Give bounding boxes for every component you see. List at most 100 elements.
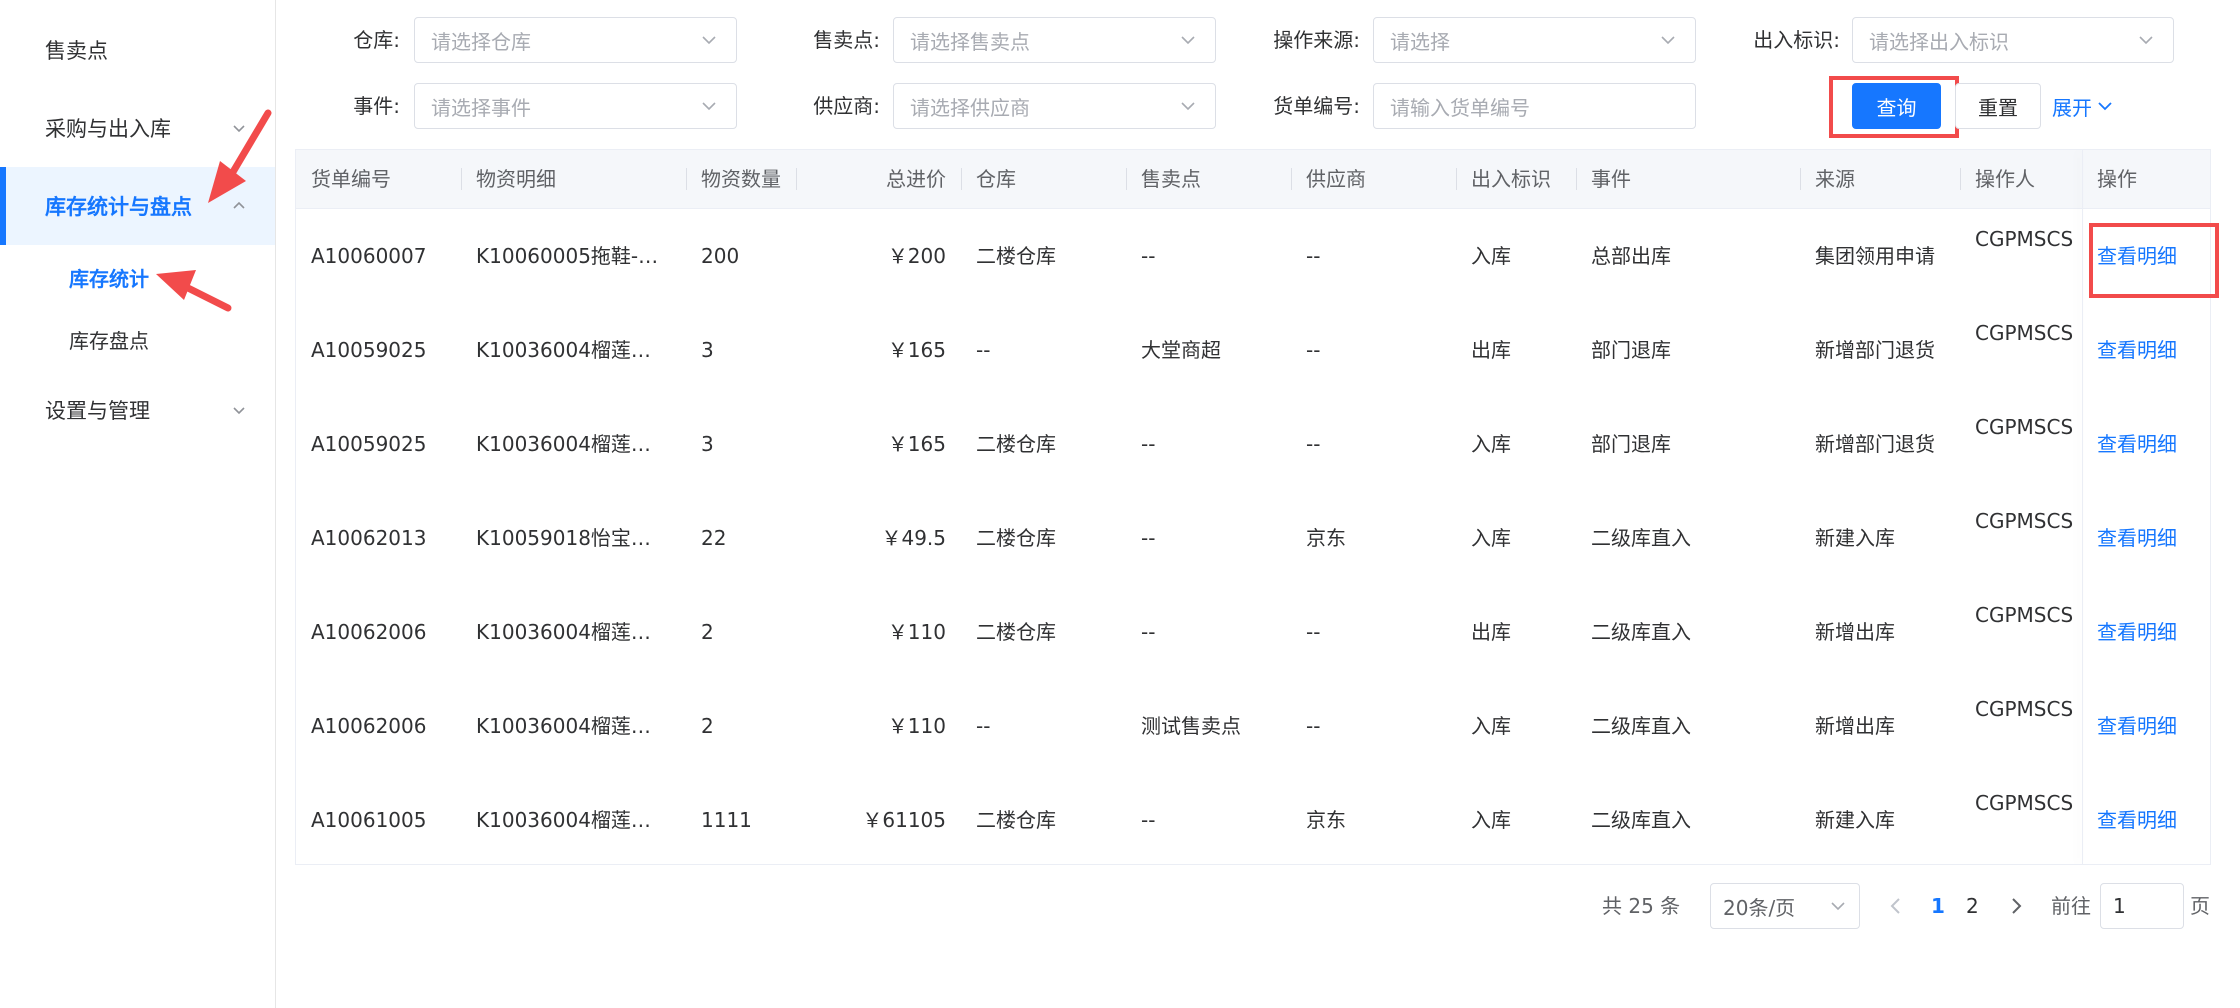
cell-event: 二级库直入 (1591, 526, 1691, 550)
cell-detail: K10036004榴莲… (476, 808, 651, 832)
cell-price: ￥165 (887, 432, 946, 456)
header-detail: 物资明细 (476, 167, 556, 191)
cell-warehouse: 二楼仓库 (976, 244, 1056, 268)
view-detail-link[interactable]: 查看明细 (2082, 303, 2210, 397)
chevron-down-icon (2139, 36, 2153, 45)
view-detail-link[interactable]: 查看明细 (2082, 491, 2210, 585)
cell-doc: A10062013 (311, 526, 427, 550)
cell-event: 总部出库 (1591, 244, 1671, 268)
cell-io: 出库 (1471, 620, 1511, 644)
cell-warehouse: 二楼仓库 (976, 526, 1056, 550)
page-1-button[interactable]: 1 (1931, 883, 1945, 929)
cell-price: ￥110 (887, 620, 946, 644)
view-detail-link[interactable]: 查看明细 (2082, 397, 2210, 491)
cell-sale-point: -- (1141, 620, 1156, 644)
table-row: A10061005 K10036004榴莲… 1111 ￥61105 二楼仓库 -- 京东 入… (296, 773, 2210, 864)
prev-page-icon[interactable] (1873, 883, 1919, 929)
cell-io: 出库 (1471, 338, 1511, 362)
cell-price: ￥110 (887, 714, 946, 738)
cell-supplier: -- (1306, 244, 1321, 268)
cell-qty: 3 (701, 338, 714, 362)
cell-doc: A10059025 (311, 432, 427, 456)
view-detail-link[interactable]: 查看明细 (2082, 773, 2210, 864)
event-select[interactable]: 请选择事件 (414, 83, 737, 129)
io-flag-select[interactable]: 请选择出入标识 (1852, 17, 2174, 63)
sale-point-label: 售卖点: (813, 28, 880, 52)
annotation-arrow-icon (156, 270, 232, 312)
cell-warehouse: 二楼仓库 (976, 432, 1056, 456)
sidebar-item-sale-point[interactable]: 售卖点 (0, 11, 275, 89)
cell-detail: K10060005拖鞋-… (476, 244, 659, 268)
expand-toggle[interactable]: 展开 (2052, 83, 2114, 129)
cell-qty: 1111 (701, 808, 752, 832)
table-header: 货单编号 物资明细 物资数量 总进价 仓库 售卖点 供应商 出入标识 事件 来源… (296, 150, 2210, 209)
cell-source: 新增出库 (1815, 714, 1895, 738)
cell-qty: 200 (701, 244, 740, 268)
sidebar-item-label: 设置与管理 (45, 399, 150, 423)
cell-doc: A10060007 (311, 244, 427, 268)
cell-io: 入库 (1471, 244, 1511, 268)
cell-supplier: -- (1306, 338, 1321, 362)
header-warehouse: 仓库 (976, 167, 1016, 191)
view-detail-link[interactable]: 查看明细 (2082, 209, 2210, 303)
page-2-button[interactable]: 2 (1966, 883, 1979, 929)
cell-event: 部门退库 (1591, 432, 1671, 456)
header-qty: 物资数量 (701, 167, 781, 191)
next-page-icon[interactable] (1993, 883, 2039, 929)
cell-io: 入库 (1471, 714, 1511, 738)
chevron-down-icon (702, 36, 716, 45)
reset-button[interactable]: 重置 (1955, 83, 2041, 129)
cell-warehouse: 二楼仓库 (976, 620, 1056, 644)
cell-qty: 2 (701, 620, 714, 644)
view-detail-link[interactable]: 查看明细 (2082, 585, 2210, 679)
cell-source: 新建入库 (1815, 526, 1895, 550)
table-row: A10062006 K10036004榴莲… 2 ￥110 二楼仓库 -- -- 出库 二级库直… (296, 585, 2210, 680)
cell-detail: K10036004榴莲… (476, 620, 651, 644)
header-source: 来源 (1815, 167, 1855, 191)
view-detail-link[interactable]: 查看明细 (2082, 679, 2210, 773)
cell-detail: K10036004榴莲… (476, 714, 651, 738)
cell-supplier: 京东 (1306, 526, 1346, 550)
cell-sale-point: 测试售卖点 (1141, 714, 1241, 738)
cell-warehouse: 二楼仓库 (976, 808, 1056, 832)
sidebar-item-settings[interactable]: 设置与管理 (0, 371, 275, 449)
warehouse-select[interactable]: 请选择仓库 (414, 17, 737, 63)
supplier-select[interactable]: 请选择供应商 (893, 83, 1216, 129)
cell-source: 新增部门退货 (1815, 432, 1935, 456)
cell-sale-point: -- (1141, 526, 1156, 550)
warehouse-label: 仓库: (353, 28, 400, 52)
page-size-select[interactable]: 20条/页 (1710, 883, 1860, 929)
cell-qty: 22 (701, 526, 727, 550)
doc-no-label: 货单编号: (1273, 94, 1360, 118)
cell-qty: 3 (701, 432, 714, 456)
event-label: 事件: (353, 94, 400, 118)
cell-doc: A10062006 (311, 620, 427, 644)
sidebar-item-label: 售卖点 (45, 39, 108, 63)
cell-event: 部门退库 (1591, 338, 1671, 362)
cell-supplier: -- (1306, 620, 1321, 644)
chevron-down-icon (702, 102, 716, 111)
query-button[interactable]: 查询 (1852, 83, 1941, 129)
goto-page-input[interactable]: 1 (2100, 883, 2184, 929)
io-flag-label: 出入标识: (1753, 28, 1840, 52)
chevron-down-icon (1831, 902, 1845, 911)
cell-source: 新增出库 (1815, 620, 1895, 644)
cell-supplier: -- (1306, 432, 1321, 456)
table-row: A10062006 K10036004榴莲… 2 ￥110 -- 测试售卖点 -- 入库 二级库… (296, 679, 2210, 774)
sale-point-select[interactable]: 请选择售卖点 (893, 17, 1216, 63)
chevron-down-icon (2098, 102, 2112, 111)
cell-source: 新建入库 (1815, 808, 1895, 832)
cell-sale-point: 大堂商超 (1141, 338, 1221, 362)
op-source-select[interactable]: 请选择 (1373, 17, 1696, 63)
cell-event: 二级库直入 (1591, 808, 1691, 832)
cell-detail: K10036004榴莲… (476, 432, 651, 456)
cell-sale-point: -- (1141, 432, 1156, 456)
cell-source: 新增部门退货 (1815, 338, 1935, 362)
goto-suffix: 页 (2190, 894, 2210, 918)
cell-operator: CGPMSCS (1975, 791, 2074, 815)
expand-label: 展开 (2052, 95, 2092, 120)
inventory-table: 货单编号 物资明细 物资数量 总进价 仓库 售卖点 供应商 出入标识 事件 来源… (295, 149, 2211, 865)
doc-no-input[interactable]: 请输入货单编号 (1373, 83, 1696, 129)
cell-doc: A10059025 (311, 338, 427, 362)
cell-operator: CGPMSCS (1975, 697, 2074, 721)
